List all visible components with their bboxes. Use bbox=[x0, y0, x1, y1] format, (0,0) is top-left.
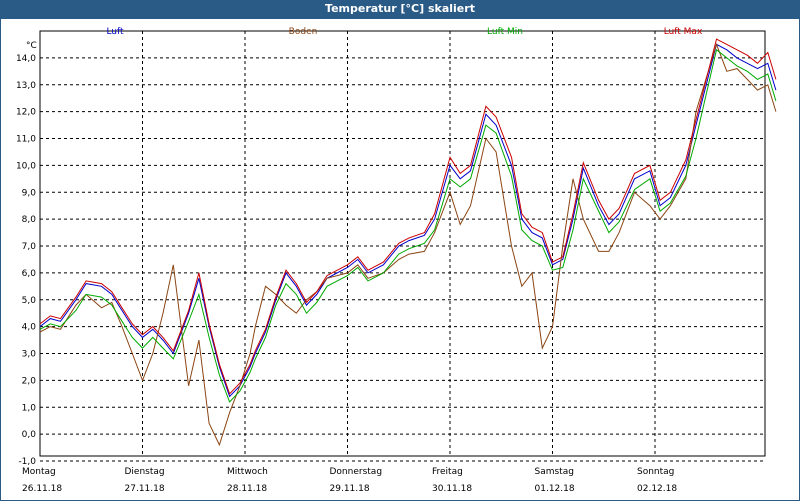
x-day-label: Dienstag bbox=[125, 467, 165, 477]
series-line-boden bbox=[39, 42, 777, 447]
chart-title: Temperatur [°C] skaliert bbox=[0, 0, 800, 18]
x-date-label: 27.11.18 bbox=[125, 484, 165, 494]
y-tick-label: 7,0 bbox=[22, 242, 37, 252]
x-day-label: Mittwoch bbox=[227, 467, 268, 477]
y-tick-label: 0,0 bbox=[22, 430, 37, 440]
x-day-label: Sonntag bbox=[637, 467, 674, 477]
x-date-label: 26.11.18 bbox=[22, 484, 62, 494]
y-tick-label: 5,0 bbox=[22, 296, 37, 306]
legend-entry: Luft Min bbox=[487, 27, 523, 37]
y-tick-label: -1,0 bbox=[18, 457, 36, 467]
x-date-label: 30.11.18 bbox=[432, 484, 472, 494]
y-tick-label: 9,0 bbox=[22, 188, 37, 198]
y-axis-unit: °C bbox=[26, 41, 37, 51]
y-tick-label: 13,0 bbox=[16, 81, 36, 91]
y-tick-label: 3,0 bbox=[22, 350, 37, 360]
y-tick-label: 2,0 bbox=[22, 376, 37, 386]
x-date-label: 01.12.18 bbox=[535, 484, 575, 494]
x-date-label: 02.12.18 bbox=[637, 484, 677, 494]
legend: Luft Boden Luft Min Luft Max bbox=[106, 27, 703, 37]
y-tick-label: 6,0 bbox=[22, 269, 37, 279]
series-line-luft bbox=[39, 43, 777, 398]
legend-entry: Luft bbox=[106, 27, 124, 37]
y-tick-label: 8,0 bbox=[22, 215, 37, 225]
series-line-luft-min bbox=[39, 48, 777, 403]
x-day-label: Freitag bbox=[432, 467, 463, 477]
series-lines bbox=[39, 38, 777, 447]
y-tick-label: 11,0 bbox=[16, 135, 36, 145]
grid bbox=[39, 30, 766, 462]
temperature-chart: -1,0 0,0 1,0 2,0 3,0 4,0 5,0 6,0 7,0 8,0 9,0 10,0 11… bbox=[0, 18, 800, 500]
y-tick-label: 4,0 bbox=[22, 323, 37, 333]
y-tick-label: 1,0 bbox=[22, 403, 37, 413]
x-date-label: 29.11.18 bbox=[330, 484, 370, 494]
x-date-label: 28.11.18 bbox=[227, 484, 267, 494]
y-tick-label: 14,0 bbox=[16, 54, 36, 64]
y-tick-label: 10,0 bbox=[16, 161, 36, 171]
y-tick-label: 12,0 bbox=[16, 108, 36, 118]
legend-entry: Luft Max bbox=[664, 27, 703, 37]
x-day-label: Samstag bbox=[535, 467, 574, 477]
x-day-label: Donnerstag bbox=[330, 467, 383, 477]
x-day-label: Montag bbox=[22, 467, 56, 477]
legend-entry: Boden bbox=[289, 27, 318, 37]
